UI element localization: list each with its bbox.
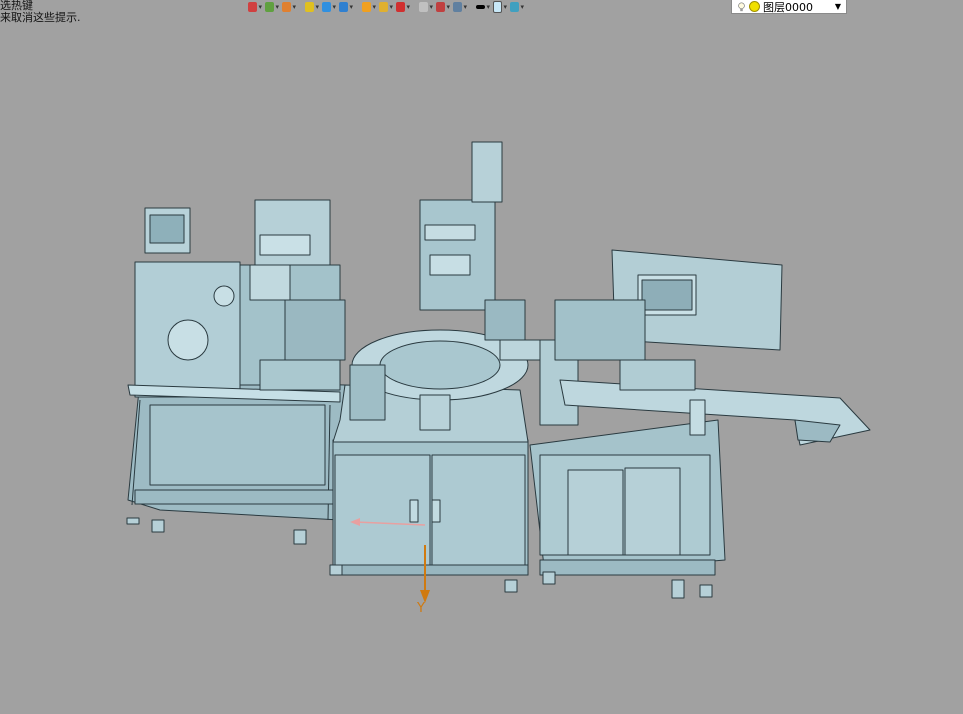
cad-viewport[interactable] — [0, 0, 963, 714]
axis-y-label: Y — [417, 601, 425, 616]
left-module — [127, 199, 346, 521]
right-module — [529, 249, 871, 576]
machine-model — [126, 141, 871, 599]
